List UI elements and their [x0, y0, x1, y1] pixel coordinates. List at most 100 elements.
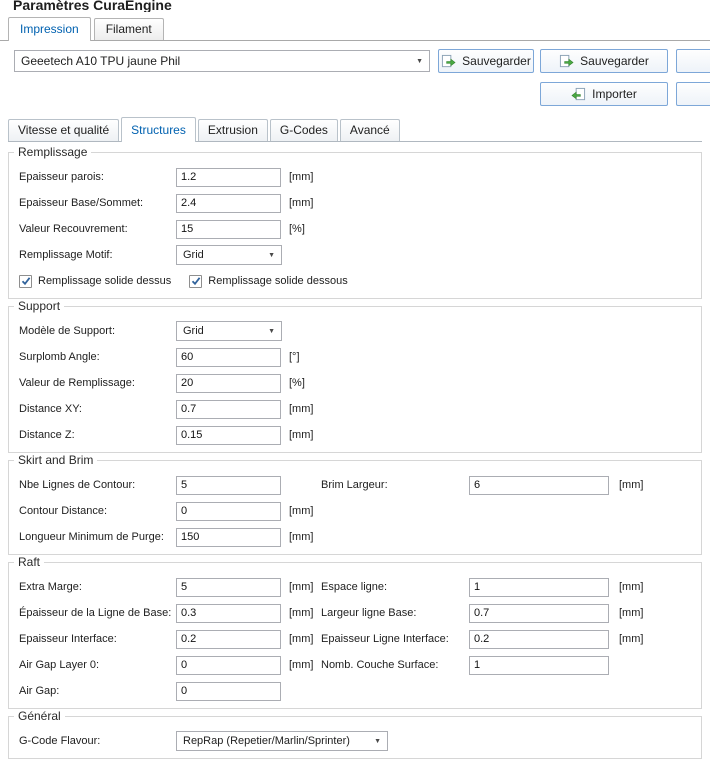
- unit-label: [mm]: [619, 633, 644, 645]
- field-row: Epaisseur Interface: [mm] Epaisseur Lign…: [9, 626, 701, 652]
- check-icon: [191, 277, 201, 286]
- epaisseur-parois-input[interactable]: [176, 167, 281, 187]
- tab-g-codes[interactable]: G-Codes: [269, 119, 338, 141]
- delete-profile-button[interactable]: [676, 49, 710, 73]
- valeur-remplissage-support-input[interactable]: [176, 373, 281, 393]
- save-icon: [442, 54, 456, 67]
- gcode-flavour-dropdown[interactable]: RepRap (Repetier/Marlin/Sprinter) ▼: [176, 731, 388, 751]
- import-button[interactable]: Importer: [540, 82, 668, 106]
- chevron-down-icon: ▼: [374, 737, 381, 745]
- surplomb-angle-input[interactable]: [176, 347, 281, 367]
- unit-label: [mm]: [289, 581, 314, 593]
- valeur-recouvrement-input[interactable]: [176, 219, 281, 239]
- tab-extrusion[interactable]: Extrusion: [197, 119, 268, 141]
- chevron-down-icon: ▼: [268, 251, 275, 259]
- field-row: Air Gap Layer 0: [mm] Nomb. Couche Surfa…: [9, 652, 701, 678]
- tab-avance[interactable]: Avancé: [339, 119, 400, 141]
- tab-vitesse-et-qualite[interactable]: Vitesse et qualité: [8, 119, 120, 141]
- field-label: Brim Largeur:: [321, 479, 388, 491]
- field-row: G-Code Flavour: RepRap (Repetier/Marlin/…: [9, 728, 701, 754]
- tab-structures[interactable]: Structures: [121, 117, 196, 142]
- import-button-label: Importer: [592, 87, 637, 101]
- field-label: Distance Z:: [19, 429, 75, 441]
- group-remplissage: Remplissage Epaisseur parois: [mm] Epais…: [8, 145, 702, 299]
- extra-marge-input[interactable]: [176, 577, 281, 597]
- field-label: Air Gap Layer 0:: [19, 659, 100, 671]
- brim-largeur-input[interactable]: [469, 475, 609, 495]
- save-button-label: Sauvegarder: [462, 54, 531, 68]
- field-row: Distance XY: [mm]: [9, 396, 701, 422]
- field-row: Surplomb Angle: [°]: [9, 344, 701, 370]
- field-label: Espace ligne:: [321, 581, 388, 593]
- field-row: Valeur Recouvrement: [%]: [9, 216, 701, 242]
- solid-top-checkbox[interactable]: [19, 274, 32, 288]
- checkbox-label: Remplissage solide dessus: [38, 275, 172, 287]
- field-label: Valeur Recouvrement:: [19, 223, 128, 235]
- save-icon: [560, 54, 574, 67]
- field-label: Surplomb Angle:: [19, 351, 100, 363]
- tab-impression[interactable]: Impression: [8, 17, 91, 41]
- field-row: Épaisseur de la Ligne de Base: [mm] Larg…: [9, 600, 701, 626]
- remplissage-motif-dropdown[interactable]: Grid ▼: [176, 245, 282, 265]
- save-profile-button[interactable]: Sauvegarder: [438, 49, 534, 73]
- distance-xy-input[interactable]: [176, 399, 281, 419]
- unit-label: [mm]: [289, 505, 314, 517]
- field-label: Valeur de Remplissage:: [19, 377, 135, 389]
- profile-tabs: Impression Filament: [0, 17, 710, 41]
- chevron-down-icon: ▼: [416, 57, 423, 65]
- field-label: Remplissage Motif:: [19, 249, 113, 261]
- field-label: Contour Distance:: [19, 505, 108, 517]
- save-as-button-label: Sauvegarder: [580, 54, 649, 68]
- field-row: Epaisseur parois: [mm]: [9, 164, 701, 190]
- group-skirt-brim-title: Skirt and Brim: [14, 453, 98, 467]
- field-label: Distance XY:: [19, 403, 82, 415]
- unit-label: [mm]: [289, 531, 314, 543]
- epaisseur-interface-input[interactable]: [176, 629, 281, 649]
- group-support-title: Support: [14, 299, 65, 313]
- field-row: Longueur Minimum de Purge: [mm]: [9, 524, 701, 550]
- espace-ligne-input[interactable]: [469, 577, 609, 597]
- modele-support-dropdown[interactable]: Grid ▼: [176, 321, 282, 341]
- unit-label: [°]: [289, 351, 300, 363]
- field-row: Remplissage Motif: Grid ▼: [9, 242, 701, 268]
- field-label: Epaisseur Interface:: [19, 633, 117, 645]
- checkbox-label: Remplissage solide dessous: [208, 275, 348, 287]
- contour-distance-input[interactable]: [176, 501, 281, 521]
- tab-filament[interactable]: Filament: [93, 18, 164, 40]
- air-gap-layer0-input[interactable]: [176, 655, 281, 675]
- epaisseur-base-sommet-input[interactable]: [176, 193, 281, 213]
- epaisseur-ligne-base-input[interactable]: [176, 603, 281, 623]
- nbe-lignes-contour-input[interactable]: [176, 475, 281, 495]
- unit-label: [mm]: [619, 479, 644, 491]
- field-label: G-Code Flavour:: [19, 735, 101, 747]
- solid-bottom-checkbox[interactable]: [189, 274, 203, 288]
- longueur-minimum-purge-input[interactable]: [176, 527, 281, 547]
- group-general-title: Général: [14, 709, 65, 723]
- export-button[interactable]: [676, 82, 710, 106]
- field-label: Épaisseur de la Ligne de Base:: [19, 607, 172, 619]
- field-row: Air Gap:: [9, 678, 701, 704]
- print-profile-dropdown[interactable]: Geeetech A10 TPU jaune Phil ▼: [14, 50, 430, 72]
- unit-label: [%]: [289, 223, 305, 235]
- dropdown-value: Grid: [183, 325, 204, 337]
- field-row: Modèle de Support: Grid ▼: [9, 318, 701, 344]
- epaisseur-ligne-interface-input[interactable]: [469, 629, 609, 649]
- field-label: Modèle de Support:: [19, 325, 116, 337]
- field-row: Nbe Lignes de Contour: Brim Largeur: [mm…: [9, 472, 701, 498]
- distance-z-input[interactable]: [176, 425, 281, 445]
- group-raft: Raft Extra Marge: [mm] Espace ligne: [mm…: [8, 555, 702, 709]
- chevron-down-icon: ▼: [268, 327, 275, 335]
- field-row: Contour Distance: [mm]: [9, 498, 701, 524]
- save-as-button[interactable]: Sauvegarder: [540, 49, 668, 73]
- field-row: Extra Marge: [mm] Espace ligne: [mm]: [9, 574, 701, 600]
- group-support: Support Modèle de Support: Grid ▼ Surplo…: [8, 299, 702, 453]
- field-label: Extra Marge:: [19, 581, 82, 593]
- field-label: Longueur Minimum de Purge:: [19, 531, 164, 543]
- largeur-ligne-base-input[interactable]: [469, 603, 609, 623]
- nomb-couche-surface-input[interactable]: [469, 655, 609, 675]
- group-skirt-brim: Skirt and Brim Nbe Lignes de Contour: Br…: [8, 453, 702, 555]
- profile-toolbar: Geeetech A10 TPU jaune Phil ▼ Sauvegarde…: [0, 49, 710, 115]
- checkbox-row: Remplissage solide dessus Remplissage so…: [9, 268, 701, 294]
- air-gap-input[interactable]: [176, 681, 281, 701]
- profile-dropdown-value: Geeetech A10 TPU jaune Phil: [21, 54, 181, 68]
